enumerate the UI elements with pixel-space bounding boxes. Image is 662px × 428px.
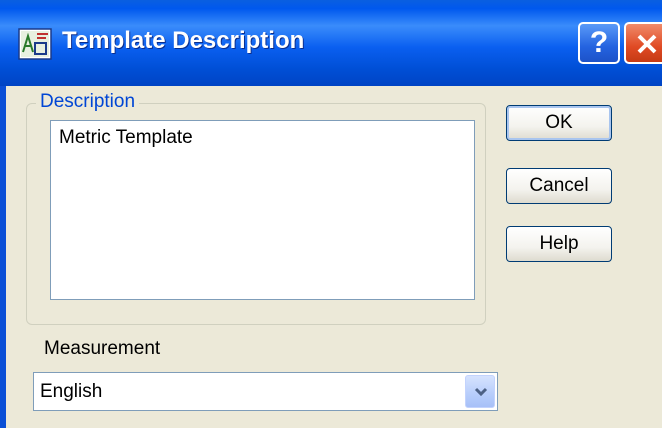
close-button[interactable] <box>624 22 662 64</box>
title-bar[interactable]: Template Description ? <box>0 0 662 86</box>
template-app-icon <box>18 28 52 60</box>
chevron-down-icon <box>474 387 488 397</box>
measurement-selected-value: English <box>40 381 103 402</box>
description-textarea[interactable]: Metric Template <box>50 120 475 300</box>
title-help-button[interactable]: ? <box>578 22 620 64</box>
ok-button[interactable]: OK <box>506 105 612 141</box>
cancel-button[interactable]: Cancel <box>506 168 612 204</box>
question-mark-icon: ? <box>589 26 609 59</box>
close-x-icon <box>637 34 657 54</box>
measurement-label: Measurement <box>44 338 161 359</box>
window-border <box>0 86 6 428</box>
measurement-select[interactable]: English <box>33 372 498 411</box>
dialog-window: Template Description ? Description Metri… <box>0 0 662 428</box>
help-button[interactable]: Help <box>506 226 612 262</box>
window-title: Template Description <box>62 27 305 54</box>
dropdown-button[interactable] <box>465 375 495 408</box>
description-group-label: Description <box>36 91 140 113</box>
